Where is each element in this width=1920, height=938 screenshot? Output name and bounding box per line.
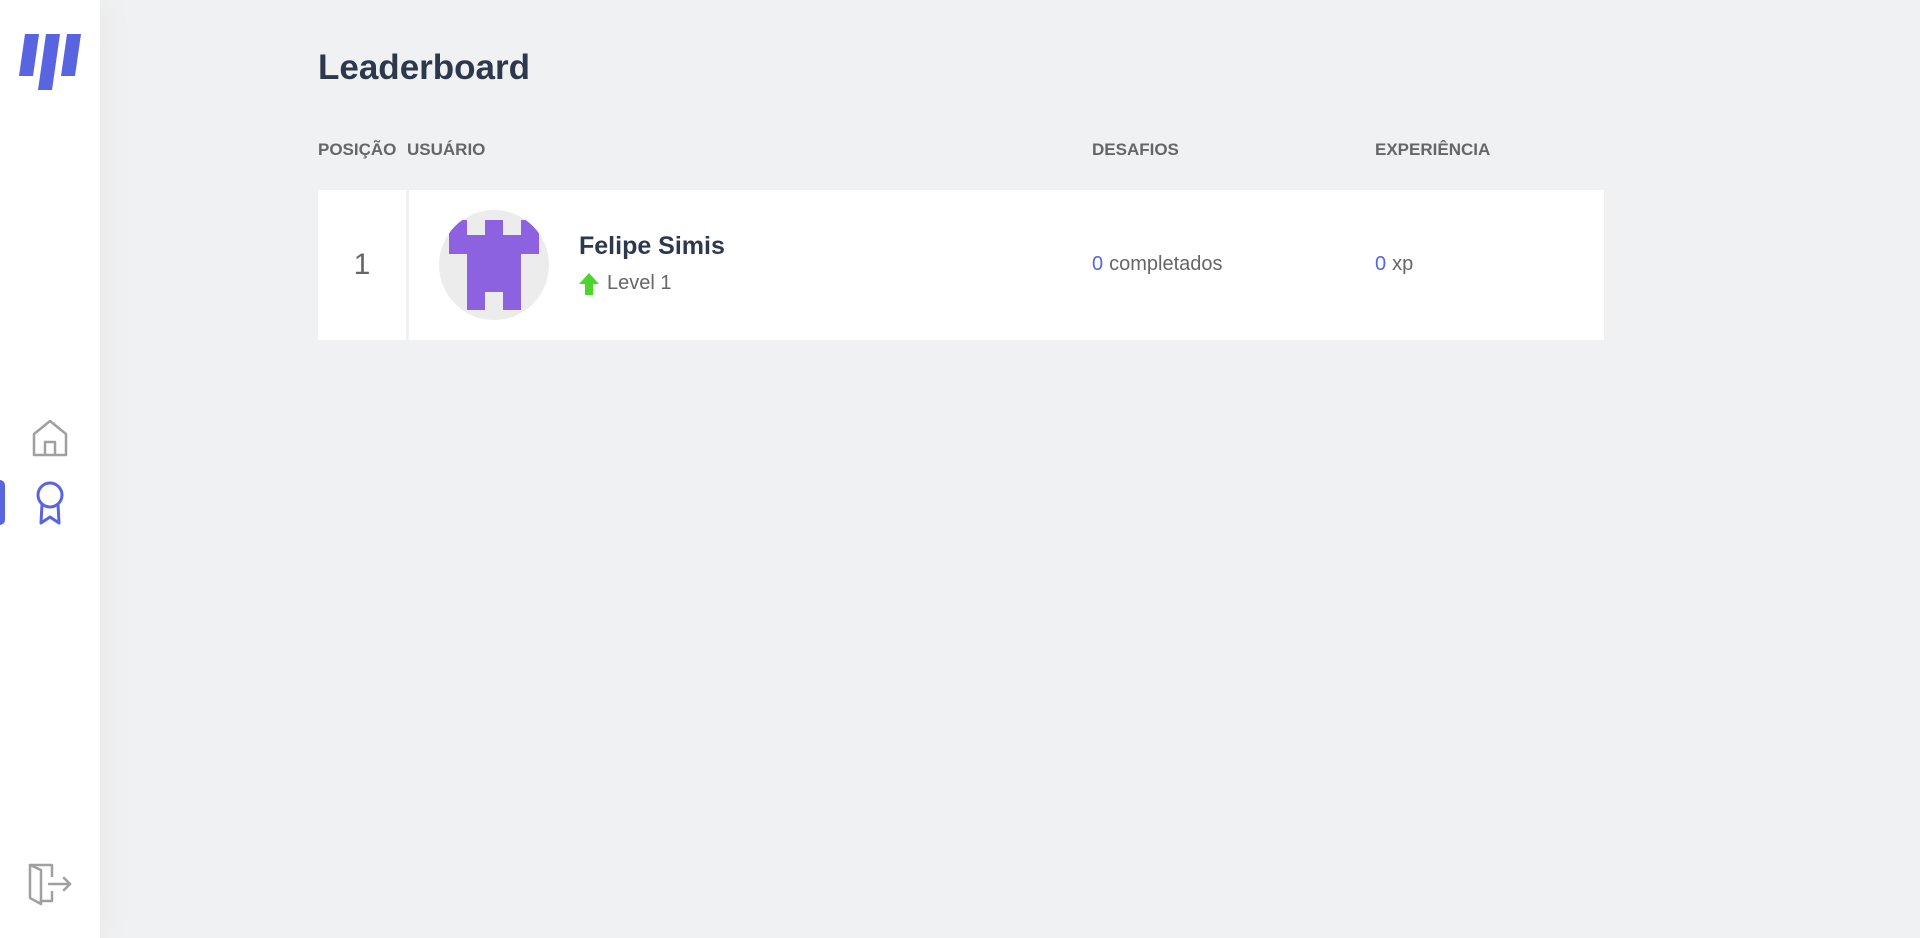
logout-icon[interactable] <box>27 862 73 906</box>
level-up-arrow-icon <box>579 272 599 295</box>
column-header-challenges: DESAFIOS <box>1092 140 1179 159</box>
xp-suffix: xp <box>1392 253 1414 275</box>
challenges-suffix: completados <box>1109 253 1223 275</box>
column-header-user: USUÁRIO <box>407 140 486 159</box>
logo <box>19 34 81 90</box>
column-header-experience: EXPERIÊNCIA <box>1375 140 1491 159</box>
xp-count: 0 <box>1375 253 1387 275</box>
sidebar <box>0 0 100 938</box>
challenges-count: 0 <box>1092 253 1104 275</box>
experience-points: 0 xp <box>1375 253 1413 276</box>
award-icon[interactable] <box>30 480 70 526</box>
rank-position: 1 <box>318 190 406 340</box>
page-title: Leaderboard <box>318 48 530 87</box>
active-nav-indicator <box>0 480 5 525</box>
table-row: 1 Felipe Simis Level 1 0 completados 0 xp <box>318 190 1604 340</box>
user-cell: Felipe Simis Level 1 0 completados 0 xp <box>409 190 1604 340</box>
column-header-position: POSIÇÃO <box>318 140 397 159</box>
user-name: Felipe Simis <box>579 232 725 260</box>
user-level-label: Level 1 <box>607 272 672 294</box>
user-level: Level 1 <box>579 272 672 295</box>
home-icon[interactable] <box>30 418 70 458</box>
avatar <box>439 210 549 320</box>
challenges-completed: 0 completados <box>1092 253 1223 276</box>
